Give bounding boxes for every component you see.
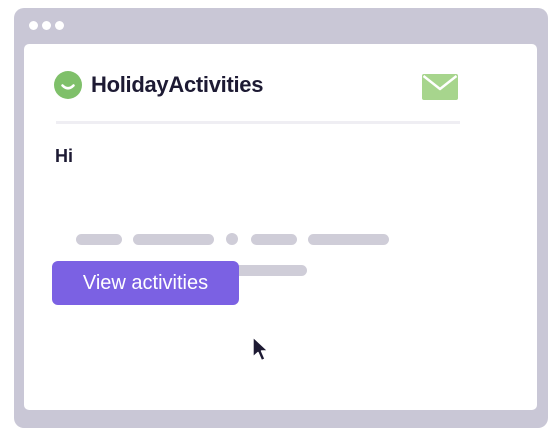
brand-name: HolidayActivities [91,72,264,97]
greeting-text: Hi [55,146,73,166]
brand-logo: HolidayActivities [54,71,263,99]
placeholder-word [251,234,297,245]
smiley-circle-icon [54,71,82,99]
header-divider [56,121,460,124]
mouse-pointer-icon [252,336,272,362]
window-controls [29,21,64,30]
view-activities-button[interactable]: View activities [52,261,239,305]
envelope-icon [422,74,458,100]
placeholder-word [133,234,214,245]
window-control-dot[interactable] [55,21,64,30]
placeholder-word [308,234,389,245]
window-control-dot[interactable] [29,21,38,30]
placeholder-dot [226,233,238,245]
placeholder-word [76,234,122,245]
window-control-dot[interactable] [42,21,51,30]
